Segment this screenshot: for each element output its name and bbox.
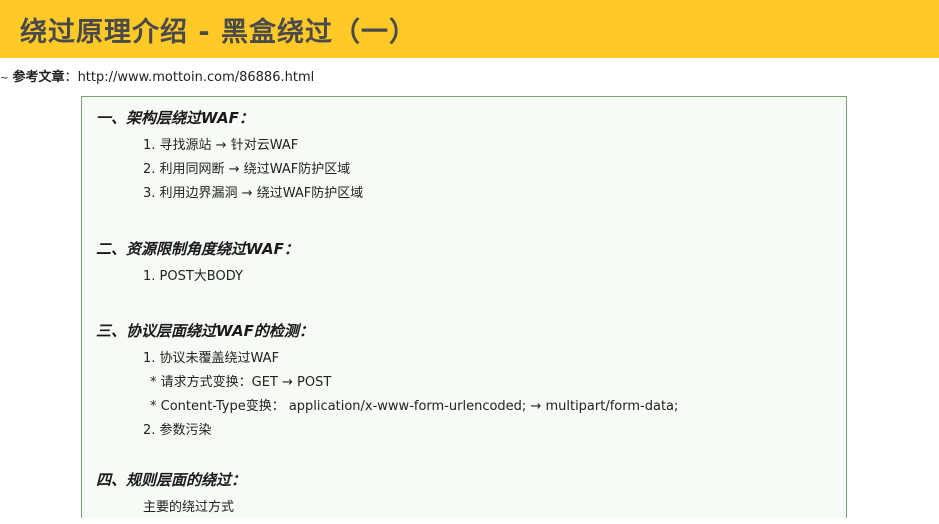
section-rules: 四、规则层面的绕过： 主要的绕过方式 <box>96 469 246 520</box>
list-item: 1. POST大BODY <box>143 269 243 284</box>
reference-label: 参考文章 <box>12 70 65 85</box>
section-protocol: 三、协议层面绕过WAF的检测： 1. 协议未覆盖绕过WAF * 请求方式变换：G… <box>96 320 678 443</box>
list-item: 主要的绕过方式 <box>143 500 235 515</box>
reference-url: http://www.mottoin.com/86886.html <box>77 70 315 85</box>
section-heading: 一、架构层绕过WAF： <box>96 109 254 127</box>
list-item: * Content-Type变换： application/x-www-form… <box>150 399 679 414</box>
list-item: 2. 参数污染 <box>143 423 212 438</box>
section-heading: 四、规则层面的绕过： <box>96 471 247 489</box>
page-title: 绕过原理介绍 - 黑盒绕过（一） <box>20 17 418 48</box>
title-bar: 绕过原理介绍 - 黑盒绕过（一） <box>0 0 939 58</box>
reference-separator: ： <box>64 70 78 85</box>
list-item: 1. 协议未覆盖绕过WAF <box>143 351 280 366</box>
section-heading: 二、资源限制角度绕过WAF： <box>96 240 299 258</box>
list-item: 1. 寻找源站 → 针对云WAF <box>143 138 299 153</box>
section-resource-limit: 二、资源限制角度绕过WAF： 1. POST大BODY <box>96 238 299 289</box>
list-item: * 请求方式变换：GET → POST <box>150 375 332 390</box>
content-box: 一、架构层绕过WAF： 1. 寻找源站 → 针对云WAF 2. 利用同网断 → … <box>81 96 847 518</box>
list-item: 2. 利用同网断 → 绕过WAF防护区域 <box>143 162 351 177</box>
list-item: 3. 利用边界漏洞 → 绕过WAF防护区域 <box>143 186 364 201</box>
section-heading: 三、协议层面绕过WAF的检测： <box>96 322 314 340</box>
section-architecture: 一、架构层绕过WAF： 1. 寻找源站 → 针对云WAF 2. 利用同网断 → … <box>96 107 363 206</box>
reference-prefix: ~ <box>0 73 9 84</box>
reference-line: ~ 参考文章：http://www.mottoin.com/86886.html <box>0 66 314 85</box>
